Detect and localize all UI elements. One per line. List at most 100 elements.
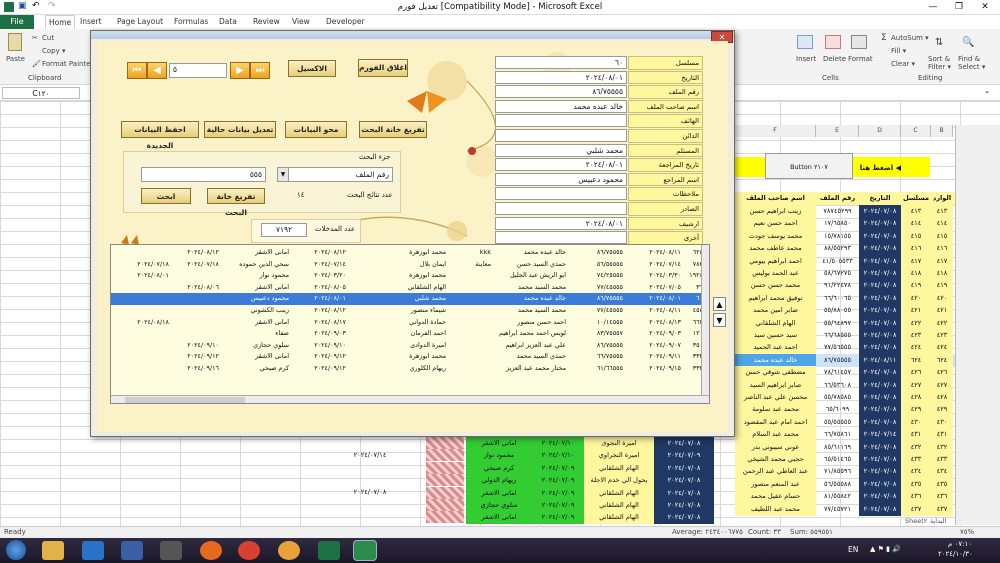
results-row[interactable]: ٣٣٣ ٢٠٢٤/٠٩/١٥ ٦١/٦٦٥٥٥ مختار محمد عبد العز… [111, 363, 703, 375]
sheet-lower-row[interactable]: محمود نوار ٢٠٢٤/٠٧/١٠ اميرة النجراوي ٢٠٢٤/٠… [220, 449, 735, 463]
sheet-cell[interactable]: توفيق محمد ابراهيم [735, 291, 816, 305]
sheet-lower-row[interactable]: سلوي حجازي ٢٠٢٤/٠٧/٠٩ الهام الشلقاني ٢٠٢٤/٠… [220, 499, 735, 512]
sheet-cell[interactable]: ٢٠٢٤/٠٧/٠٩ [654, 449, 714, 463]
sheet-cell[interactable]: امانى الاشقر [466, 486, 532, 500]
sheet-cell[interactable]: ٦٢٤ [901, 353, 931, 367]
sheet-cell[interactable]: ١٥/٧٨١٥٥ [816, 230, 859, 243]
hatched-cell[interactable] [426, 499, 464, 511]
sheet-cell[interactable]: ٢٠٢٤/٠٧/٠٨ [859, 341, 901, 355]
fill-button[interactable]: Fill ▾ [891, 47, 906, 55]
sheet-cell[interactable]: محمود نوار [466, 449, 532, 463]
sheet-cell[interactable]: احمد ابراهيم بيومي [735, 254, 816, 268]
sheet-cell[interactable]: ٤٢٤ [931, 341, 953, 355]
tab-file[interactable]: File [0, 15, 34, 29]
results-row[interactable]: ٦٦٢ ٢٠٢٤/٠٨/١٣ ١٠/١٤٥٥٥ احمد حسن منصور حمادة… [111, 317, 703, 329]
sheet-cell[interactable]: ٢٠٢٤/٠٧/٠٨ [859, 477, 901, 491]
tab-page-layout[interactable]: Page Layout [117, 15, 163, 29]
edit-data-button[interactable]: تعديل بيانات حالية [204, 121, 276, 138]
clear-button[interactable]: Clear ▾ [891, 60, 915, 68]
delete-cells-icon[interactable] [825, 35, 841, 49]
scrollbar-thumb[interactable] [125, 397, 245, 403]
sheet-cell[interactable]: ٤٢٠ [931, 291, 953, 305]
sheet-cell[interactable]: محسن علي عبد الناصر [735, 391, 816, 404]
field-value-input[interactable] [495, 129, 627, 142]
sheet-row[interactable]: ٦٢٤ ٦٢٤ ٢٠٢٤/٠٨/١١ ٨٦/٧٥٥٥٥ خالد عبده محمد [735, 353, 955, 367]
sheet-date-cell[interactable]: ٢٠٢٤/٠٧/١٤ [340, 449, 400, 462]
sheet-cell[interactable]: احمد عبد الحميد [735, 341, 816, 355]
tab-review[interactable]: Review [253, 15, 280, 29]
sheet-row[interactable]: ٤٣١ ٤٣١ ٢٠٢٤/٠٧/١٤ ٦٦/٧٥٨٦١ محمد عبد السلام [735, 428, 955, 442]
sheet-cell[interactable]: ٢٠٢٤/٠٧/٠٨ [654, 486, 714, 500]
format-painter-button[interactable]: Format Painter [42, 60, 93, 68]
sheet-cell[interactable]: حسام عقيل محمد [735, 490, 816, 504]
results-listbox[interactable]: ٦٢٤ ٢٠٢٤/٠٨/١١ ٨٦/٧٥٥٥٥ خالد عبده محمد kkk مح… [110, 244, 710, 404]
sheet-cell[interactable]: ٦٢٤ [931, 353, 953, 367]
sheet-cell[interactable]: ٤٣٦ [901, 490, 931, 504]
sheet-cell[interactable]: ١٧/٦٥٨٥٠ [816, 217, 859, 230]
sheet-row[interactable]: ٤٣٠ ٤٣٠ ٢٠٢٤/٠٧/٠٨ ٥٥/٥٥٥٥٥ احمد امام عبد ال… [735, 415, 955, 429]
sheet-cell[interactable]: ٥٥/٥٥٥٥٥ [816, 416, 859, 429]
sheet-cell[interactable]: الهام الشلقاني [735, 316, 816, 330]
sheet-cell[interactable]: ٤١/٥٠٥٥٣٣ [816, 255, 859, 268]
sheet-cell[interactable]: ٤٣٢ [931, 440, 953, 454]
sheet-cell[interactable]: ٢٠٢٤/٠٧/٠٨ [859, 391, 901, 404]
sheet-cell[interactable]: ٢٠٢٤/٠٧/٠٨ [654, 474, 714, 488]
sheet-cell[interactable]: ٢٠٢٤/٠٧/٠٩ [532, 511, 584, 525]
sheet-cell[interactable]: عبد العاطي عبد الرحمن [735, 465, 816, 479]
sheet-row[interactable]: ٤١٦ ٤١٦ ٢٠٢٤/٠٧/٠٨ ٨٨/٥٥٢٩٣ محمد عاطف محمد [735, 242, 955, 256]
paste-icon[interactable] [8, 33, 22, 51]
sheet-cell[interactable]: ٢٠٢٤/٠٧/٠٨ [859, 242, 901, 256]
sheet-cell[interactable]: الهام الشلقاني [584, 486, 654, 500]
sheet-row[interactable]: ٤٣٣ ٤٣٣ ٢٠٢٤/٠٧/٠٨ ٦٥/٥١٤٦٥ حجبي محمد الشيخي [735, 453, 955, 466]
sheet-cell[interactable]: ٢٠٢٤/٠٧/٠٨ [859, 502, 901, 516]
sheet-cell[interactable]: ٤٢٦ [931, 366, 953, 380]
sheet-cell[interactable]: ٦٥/٦٠٩٩ [816, 403, 859, 416]
sheet-cell[interactable]: ٤١٧ [931, 254, 953, 268]
sheet-cell[interactable]: ٥٨/٦٧٢٧٥ [816, 267, 859, 280]
sheet-cell[interactable]: ٦٦/٦٨٥٥٥ [816, 329, 859, 342]
sheet-cell[interactable]: ٤١٦ [931, 242, 953, 256]
sheet-cell[interactable]: ٢٠٢٤/٠٧/٠٨ [654, 511, 714, 525]
field-value-input[interactable] [495, 231, 627, 245]
sheet-row[interactable]: ٤١٧ ٤١٧ ٢٠٢٤/٠٧/٠٨ ٤١/٥٠٥٥٣٣ احمد ابراهيم بي… [735, 254, 955, 268]
name-box[interactable]: C١٢٠ [2, 87, 80, 99]
sheet-cell[interactable]: ٢٠٢٤/٠٧/٠٨ [859, 254, 901, 268]
sheet-row[interactable]: ٤٣٦ ٤٣٦ ٢٠٢٤/٠٧/٠٨ ٨١/٥٥٨٤٢ حسام عقيل محمد [735, 490, 955, 504]
minimize-button[interactable]: — [920, 0, 946, 15]
column-letter[interactable]: D [859, 125, 901, 137]
clock-time[interactable]: ٠٧:١٠ م [948, 540, 972, 548]
sheet-lower-row[interactable]: ريهام الدولي ٢٠٢٤/٠٧/٠٩ يحول الي خدم الاجل… [220, 474, 735, 488]
hatched-cell[interactable] [426, 449, 464, 462]
paste-button[interactable]: Paste [6, 55, 25, 63]
sheet-cell[interactable]: ٧٨/٦١٤٥٧ [816, 366, 859, 379]
sheet-cell[interactable]: ٥٥/٦٤٨٩٧ [816, 317, 859, 330]
hatched-cell[interactable] [426, 474, 464, 487]
sheet-cell[interactable]: ريهام الدولي [466, 474, 532, 488]
empty-fields-button[interactable]: تفريغ خانة البحث [359, 121, 427, 138]
copy-button[interactable]: Copy ▾ [42, 47, 66, 55]
sheet-cell[interactable]: كرم صبحي [466, 461, 532, 475]
results-row[interactable]: ٣٥٠ ٢٠٢٤/٠٩/٠٧ ٨٦/٧٥٥٥٥ علي عبد العزيز ابرا… [111, 340, 703, 352]
sheet-lower-row[interactable]: كرم صبحي ٢٠٢٤/٠٧/٠٩ الهام الشلقاني ٢٠٢٤/٠٧/… [220, 461, 735, 475]
results-row[interactable]: ٦٢٤ ٢٠٢٤/٠٨/١١ ٨٦/٧٥٥٥٥ خالد عبده محمد kkk مح… [111, 247, 703, 259]
sheet-cell[interactable]: صابر امين محمد [735, 304, 816, 318]
autosum-icon[interactable]: Σ [881, 33, 887, 43]
search-field-dropdown[interactable]: ▼ رقم الملف [277, 167, 393, 182]
search-value-input[interactable]: ٥٥٥ [141, 167, 266, 182]
save-new-data-button[interactable]: احفظ البيانات الجديدة [121, 121, 199, 150]
sheet-cell[interactable]: محمد عبد سلومة [735, 403, 816, 417]
maximize-button[interactable]: ❐ [946, 0, 972, 15]
sheet-cell[interactable]: عبد الحمد بوليس [735, 267, 816, 280]
chrome-taskbar-icon[interactable] [238, 541, 260, 560]
sheet-row[interactable]: ٤٢٢ ٤٢٢ ٢٠٢٤/٠٧/٠٨ ٥٥/٦٤٨٩٧ الهام الشلقاني [735, 316, 955, 330]
sheet-cell[interactable]: ٩١/٢٢٤٧٨ [816, 279, 859, 292]
excel-button[interactable]: الاكسيل [288, 60, 336, 77]
sheet-cell[interactable]: اميرة النجوى [584, 437, 654, 450]
sheet-cell[interactable]: ٤٢١ [901, 304, 931, 318]
sheet-cell[interactable]: ٤٢٦ [901, 366, 931, 380]
sheet-cell[interactable]: ٤١٨ [901, 267, 931, 280]
sheet-row[interactable]: ٤٣٢ ٤٣٢ ٢٠٢٤/٠٧/٠٨ ٨٥/٦١١٦٩ عوني سيبوني بدر [735, 440, 955, 454]
sheet-row[interactable]: ٤١٣ ٤١٣ ٢٠٢٤/٠٧/٠٨ ٧٨٧٤٥٢٩٩ زينب ابراهيم حسن [735, 205, 955, 218]
sheet-cell[interactable]: ٤٣٤ [931, 465, 953, 479]
move-down-button[interactable]: ▼ [713, 313, 726, 327]
